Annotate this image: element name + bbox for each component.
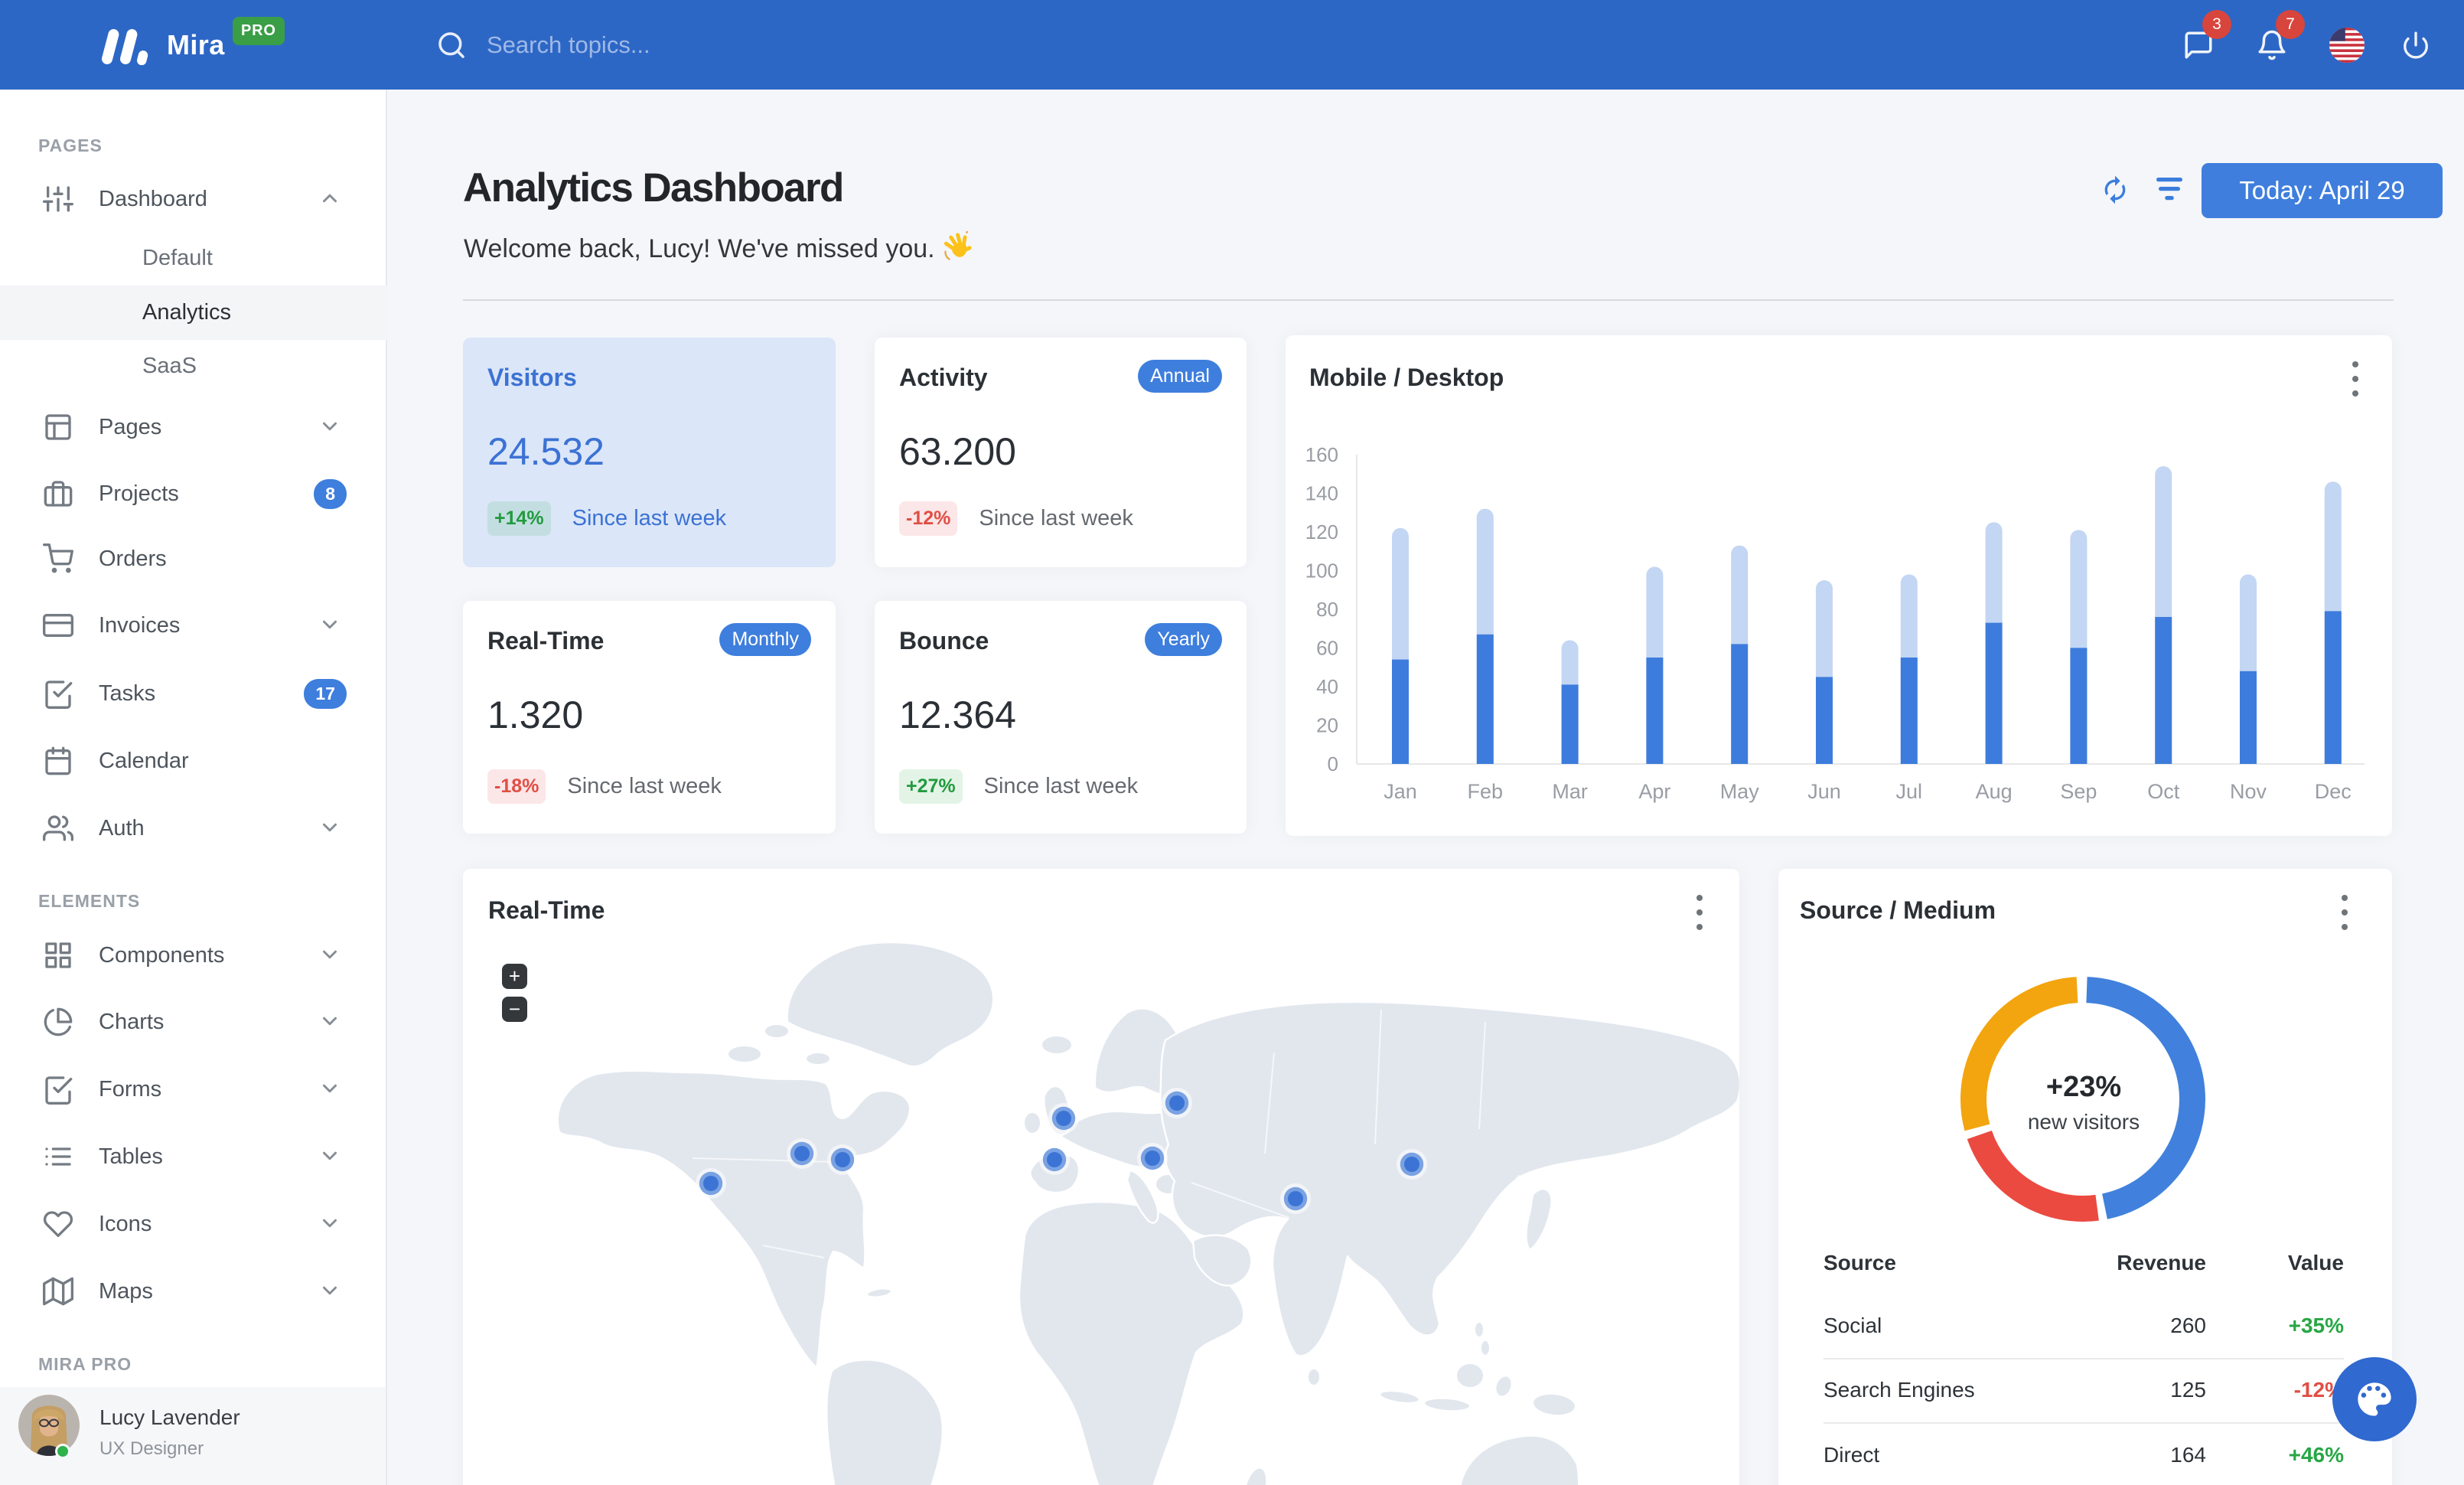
svg-text:Jul: Jul [1896,780,1923,803]
svg-text:Dec: Dec [2315,780,2352,803]
svg-text:Jun: Jun [1807,780,1841,803]
svg-text:Aug: Aug [1976,780,2013,803]
svg-text:0: 0 [1328,752,1338,775]
svg-text:60: 60 [1316,636,1338,659]
svg-text:Feb: Feb [1468,780,1504,803]
svg-text:Nov: Nov [2230,780,2267,803]
svg-text:Jan: Jan [1384,780,1417,803]
svg-text:Mar: Mar [1552,780,1588,803]
svg-text:May: May [1720,780,1760,803]
svg-text:160: 160 [1305,443,1338,466]
svg-text:100: 100 [1305,559,1338,582]
svg-text:Oct: Oct [2147,780,2180,803]
svg-text:80: 80 [1316,598,1338,621]
svg-text:Apr: Apr [1638,780,1670,803]
svg-text:Sep: Sep [2060,780,2097,803]
svg-text:140: 140 [1305,481,1338,504]
svg-text:40: 40 [1316,675,1338,698]
svg-text:120: 120 [1305,521,1338,543]
svg-text:20: 20 [1316,713,1338,736]
